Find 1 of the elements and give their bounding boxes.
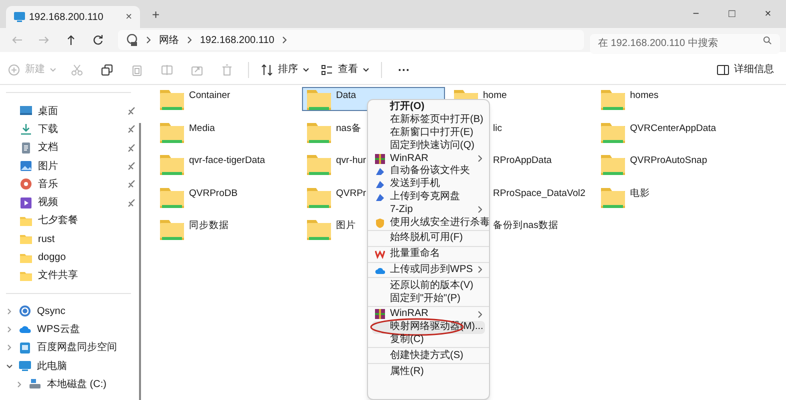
tab-title: 192.168.200.110: [29, 10, 104, 24]
